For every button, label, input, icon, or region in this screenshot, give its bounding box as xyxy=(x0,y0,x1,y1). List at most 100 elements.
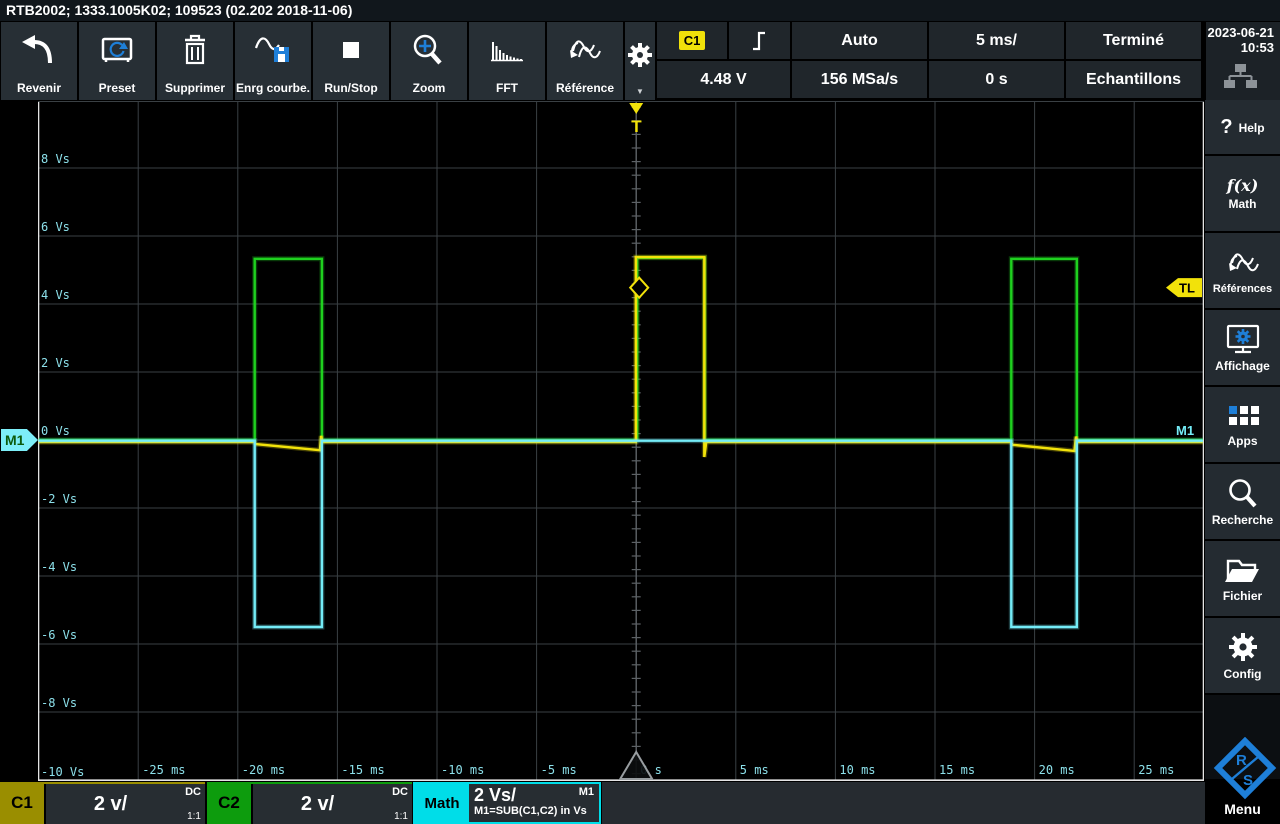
svg-text:20 ms: 20 ms xyxy=(1039,763,1075,777)
svg-text:-2 Vs: -2 Vs xyxy=(41,492,77,506)
channel2-coupling: DC xyxy=(392,786,408,798)
supprimer-button[interactable]: Supprimer xyxy=(157,22,233,100)
svg-text:-10 Vs: -10 Vs xyxy=(41,765,84,779)
horizontal-position-cell[interactable]: 0 s xyxy=(929,61,1064,98)
horizontal-position-value: 0 s xyxy=(985,71,1007,89)
menu-button-label[interactable]: Menu xyxy=(1205,801,1280,817)
sidebar-item-fichier[interactable]: Fichier xyxy=(1205,541,1280,616)
toolbar-label: Run/Stop xyxy=(324,81,377,100)
run-stop-button[interactable]: Run/Stop xyxy=(313,22,389,100)
titlebar: RTB2002; 1333.1005K02; 109523 (02.202 20… xyxy=(0,0,1280,21)
rs-logo-icon[interactable]: R S xyxy=(1205,737,1280,803)
reference-wave-icon xyxy=(1221,247,1265,281)
bottom-bar-filler xyxy=(602,782,1205,824)
math-ref-label: M1 xyxy=(579,786,594,798)
sidebar-item-references[interactable]: Références xyxy=(1205,233,1280,308)
math-section[interactable]: Math 2 Vs/ M1 M1=SUB(C1,C2) in Vs xyxy=(413,782,601,824)
math-cell[interactable]: 2 Vs/ M1 M1=SUB(C1,C2) in Vs xyxy=(469,784,599,822)
trigger-mode-cell[interactable]: Auto xyxy=(792,22,927,59)
bottom-channel-bar: C1 2 v/ DC 1:1 C2 2 v/ DC 1:1 Math 2 Vs/… xyxy=(0,782,1280,824)
svg-text:-20 ms: -20 ms xyxy=(242,763,285,777)
rising-edge-icon xyxy=(749,28,771,54)
svg-text:T: T xyxy=(631,117,642,136)
back-arrow-icon xyxy=(1,22,77,81)
trigger-level-value: 4.48 V xyxy=(700,71,746,89)
channel1-badge[interactable]: C1 xyxy=(0,782,44,824)
sidebar-item-affichage[interactable]: Affichage xyxy=(1205,310,1280,385)
sidebar-label: Fichier xyxy=(1223,589,1262,603)
svg-text:S: S xyxy=(1243,772,1253,789)
trigger-mode-value: Auto xyxy=(841,32,877,50)
acquisition-mode-cell[interactable]: Echantillons xyxy=(1066,61,1201,98)
toolbar-label: FFT xyxy=(496,81,518,100)
svg-text:15 ms: 15 ms xyxy=(939,763,975,777)
acquisition-state-value: Terminé xyxy=(1103,32,1164,50)
svg-text:R: R xyxy=(1236,752,1247,769)
svg-text:10 ms: 10 ms xyxy=(839,763,875,777)
zoom-button[interactable]: Zoom xyxy=(391,22,467,100)
preset-button[interactable]: Preset xyxy=(79,22,155,100)
sidebar-label: Apps xyxy=(1228,434,1258,448)
sidebar-item-apps[interactable]: Apps xyxy=(1205,387,1280,462)
sidebar-label: Références xyxy=(1213,283,1272,295)
trigger-source-cell[interactable]: C1 xyxy=(657,22,727,59)
acquisition-state-cell[interactable]: Terminé xyxy=(1066,22,1201,59)
svg-text:M1: M1 xyxy=(1176,423,1194,438)
toolbar-label: Revenir xyxy=(17,81,61,100)
sidebar-item-math[interactable]: f(x) Math xyxy=(1205,156,1280,231)
svg-text:-6 Vs: -6 Vs xyxy=(41,628,77,642)
graticule-plot[interactable]: 8 Vs6 Vs4 Vs2 Vs0 Vs-2 Vs-4 Vs-6 Vs-8 Vs… xyxy=(38,101,1204,781)
reference-wave-icon xyxy=(547,22,623,81)
sample-rate-cell[interactable]: 156 MSa/s xyxy=(792,61,927,98)
svg-text:-8 Vs: -8 Vs xyxy=(41,696,77,710)
sidebar-item-help[interactable]: ? Help xyxy=(1205,100,1280,154)
channel1-cell[interactable]: 2 v/ DC 1:1 xyxy=(46,784,205,824)
trigger-level-cell[interactable]: 4.48 V xyxy=(657,61,790,98)
toolbar-label: Supprimer xyxy=(165,81,225,100)
sample-rate-value: 156 MSa/s xyxy=(821,71,898,89)
sidebar-item-recherche[interactable]: Recherche xyxy=(1205,464,1280,539)
fft-button[interactable]: FFT xyxy=(469,22,545,100)
magnifier-icon xyxy=(1221,477,1265,511)
question-mark-icon: ? xyxy=(1220,116,1232,139)
oscilloscope-screen: RTB2002; 1333.1005K02; 109523 (02.202 20… xyxy=(0,0,1280,824)
trigger-source-badge: C1 xyxy=(679,31,706,50)
reference-button[interactable]: Référence xyxy=(547,22,623,100)
trigger-slope-cell[interactable] xyxy=(729,22,790,59)
toolbar: Revenir Preset Supprimer Enrg courbe. Ru… xyxy=(1,22,655,100)
svg-text:-15 ms: -15 ms xyxy=(341,763,384,777)
fft-spectrum-icon xyxy=(469,22,545,81)
svg-text:6 Vs: 6 Vs xyxy=(41,220,70,234)
channel2-cell[interactable]: 2 v/ DC 1:1 xyxy=(253,784,412,824)
math-badge[interactable]: Math xyxy=(415,784,469,822)
channel2-badge[interactable]: C2 xyxy=(207,782,251,824)
math-trace-tag[interactable]: M1 xyxy=(1,429,38,451)
revenir-button[interactable]: Revenir xyxy=(1,22,77,100)
svg-text:2 Vs: 2 Vs xyxy=(41,356,70,370)
sidebar-item-config[interactable]: Config xyxy=(1205,618,1280,693)
folder-icon xyxy=(1221,555,1265,587)
toolbar-label: Zoom xyxy=(413,81,446,100)
svg-text:-10 ms: -10 ms xyxy=(441,763,484,777)
zoom-magnifier-icon xyxy=(391,22,467,81)
svg-text:TL: TL xyxy=(1179,281,1195,296)
apps-grid-icon xyxy=(1221,402,1265,432)
gear-icon xyxy=(1225,631,1261,665)
channel1-probe: 1:1 xyxy=(187,811,201,822)
toolbar-label: Preset xyxy=(99,81,136,100)
sidebar-label: Help xyxy=(1239,121,1265,135)
channel2-scale: 2 v/ xyxy=(253,784,382,824)
toolbar-settings-button[interactable]: ▼ xyxy=(625,22,655,100)
sidebar-label: Math xyxy=(1229,197,1257,211)
lan-icon xyxy=(1206,63,1274,91)
toolbar-label: Référence xyxy=(556,81,614,100)
sidebar: ? Help f(x) Math Références Affichage Ap… xyxy=(1205,100,1280,781)
status-time: 10:53 xyxy=(1206,40,1274,55)
enrg-courbe-button[interactable]: Enrg courbe. xyxy=(235,22,311,100)
timebase-cell[interactable]: 5 ms/ xyxy=(929,22,1064,59)
sidebar-label: Config xyxy=(1224,667,1262,681)
svg-text:5 ms: 5 ms xyxy=(740,763,769,777)
stop-square-icon xyxy=(313,22,389,81)
sidebar-label: Affichage xyxy=(1215,359,1270,373)
sidebar-label: Recherche xyxy=(1212,513,1273,527)
